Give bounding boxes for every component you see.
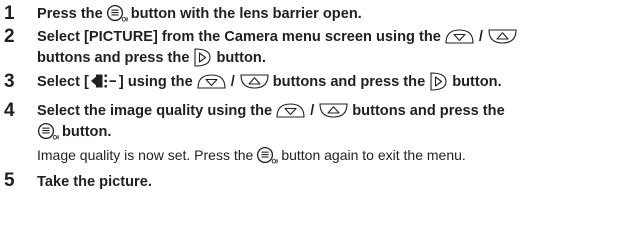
- image-quality-icon: [90, 72, 118, 90]
- svg-text:OK: OK: [53, 136, 60, 140]
- ok-button-icon: OK: [106, 4, 128, 22]
- right-arrow-button-icon: [192, 47, 213, 68]
- up-arrow-button-icon: [239, 73, 270, 90]
- ok-button-icon: OK: [256, 146, 278, 164]
- separator: /: [478, 29, 483, 45]
- step-number: 3: [4, 71, 15, 92]
- instruction-page: 1 Press theOKbutton with the lens barrie…: [0, 0, 636, 241]
- right-arrow-button-icon: [428, 71, 449, 92]
- step-text: Select [: [37, 74, 89, 90]
- step-2-line-2: buttons and press the button.: [37, 47, 266, 69]
- down-arrow-button-icon: [444, 28, 475, 45]
- step-text: Select [PICTURE] from the Camera menu sc…: [37, 29, 441, 45]
- step-text: buttons and press the: [37, 50, 190, 66]
- step-text: button.: [62, 124, 112, 140]
- note-text: Image quality is now set. Press the: [37, 147, 254, 163]
- step-4-note: Image quality is now set. Press the OKbut…: [37, 145, 466, 165]
- svg-text:OK: OK: [272, 160, 279, 164]
- step-text: button with the lens barrier open.: [130, 6, 362, 22]
- step-1-line: Press the OKbutton with the lens barrier …: [37, 3, 362, 25]
- step-3-line: Select [ ] using the / buttons and press th…: [37, 71, 502, 93]
- note-text: button again to exit the menu.: [281, 147, 466, 163]
- step-4-line-2: OKbutton.: [37, 121, 111, 143]
- step-text: buttons and press the: [352, 103, 505, 119]
- step-text: Select the image quality using the: [37, 103, 273, 119]
- step-text: Take the picture.: [37, 174, 152, 190]
- step-2-line-1: Select [PICTURE] from the Camera menu sc…: [37, 26, 521, 48]
- step-number: 1: [4, 3, 15, 24]
- step-5-line: Take the picture.: [37, 171, 152, 193]
- ok-button-icon: OK: [37, 122, 59, 140]
- step-number: 5: [4, 170, 15, 191]
- step-text: buttons and press the: [272, 74, 426, 90]
- step-text: Press the: [37, 6, 103, 22]
- step-text: button.: [216, 50, 266, 66]
- step-number: 2: [4, 26, 15, 47]
- separator: /: [310, 103, 315, 119]
- step-4-line-1: Select the image quality using the / butto…: [37, 100, 505, 122]
- step-number: 4: [4, 100, 15, 121]
- up-arrow-button-icon: [487, 28, 518, 45]
- svg-text:OK: OK: [121, 18, 128, 22]
- step-text: button.: [452, 74, 502, 90]
- down-arrow-button-icon: [275, 102, 306, 119]
- step-text: ] using the: [118, 74, 193, 90]
- down-arrow-button-icon: [196, 73, 227, 90]
- up-arrow-button-icon: [318, 102, 349, 119]
- separator: /: [230, 74, 235, 90]
